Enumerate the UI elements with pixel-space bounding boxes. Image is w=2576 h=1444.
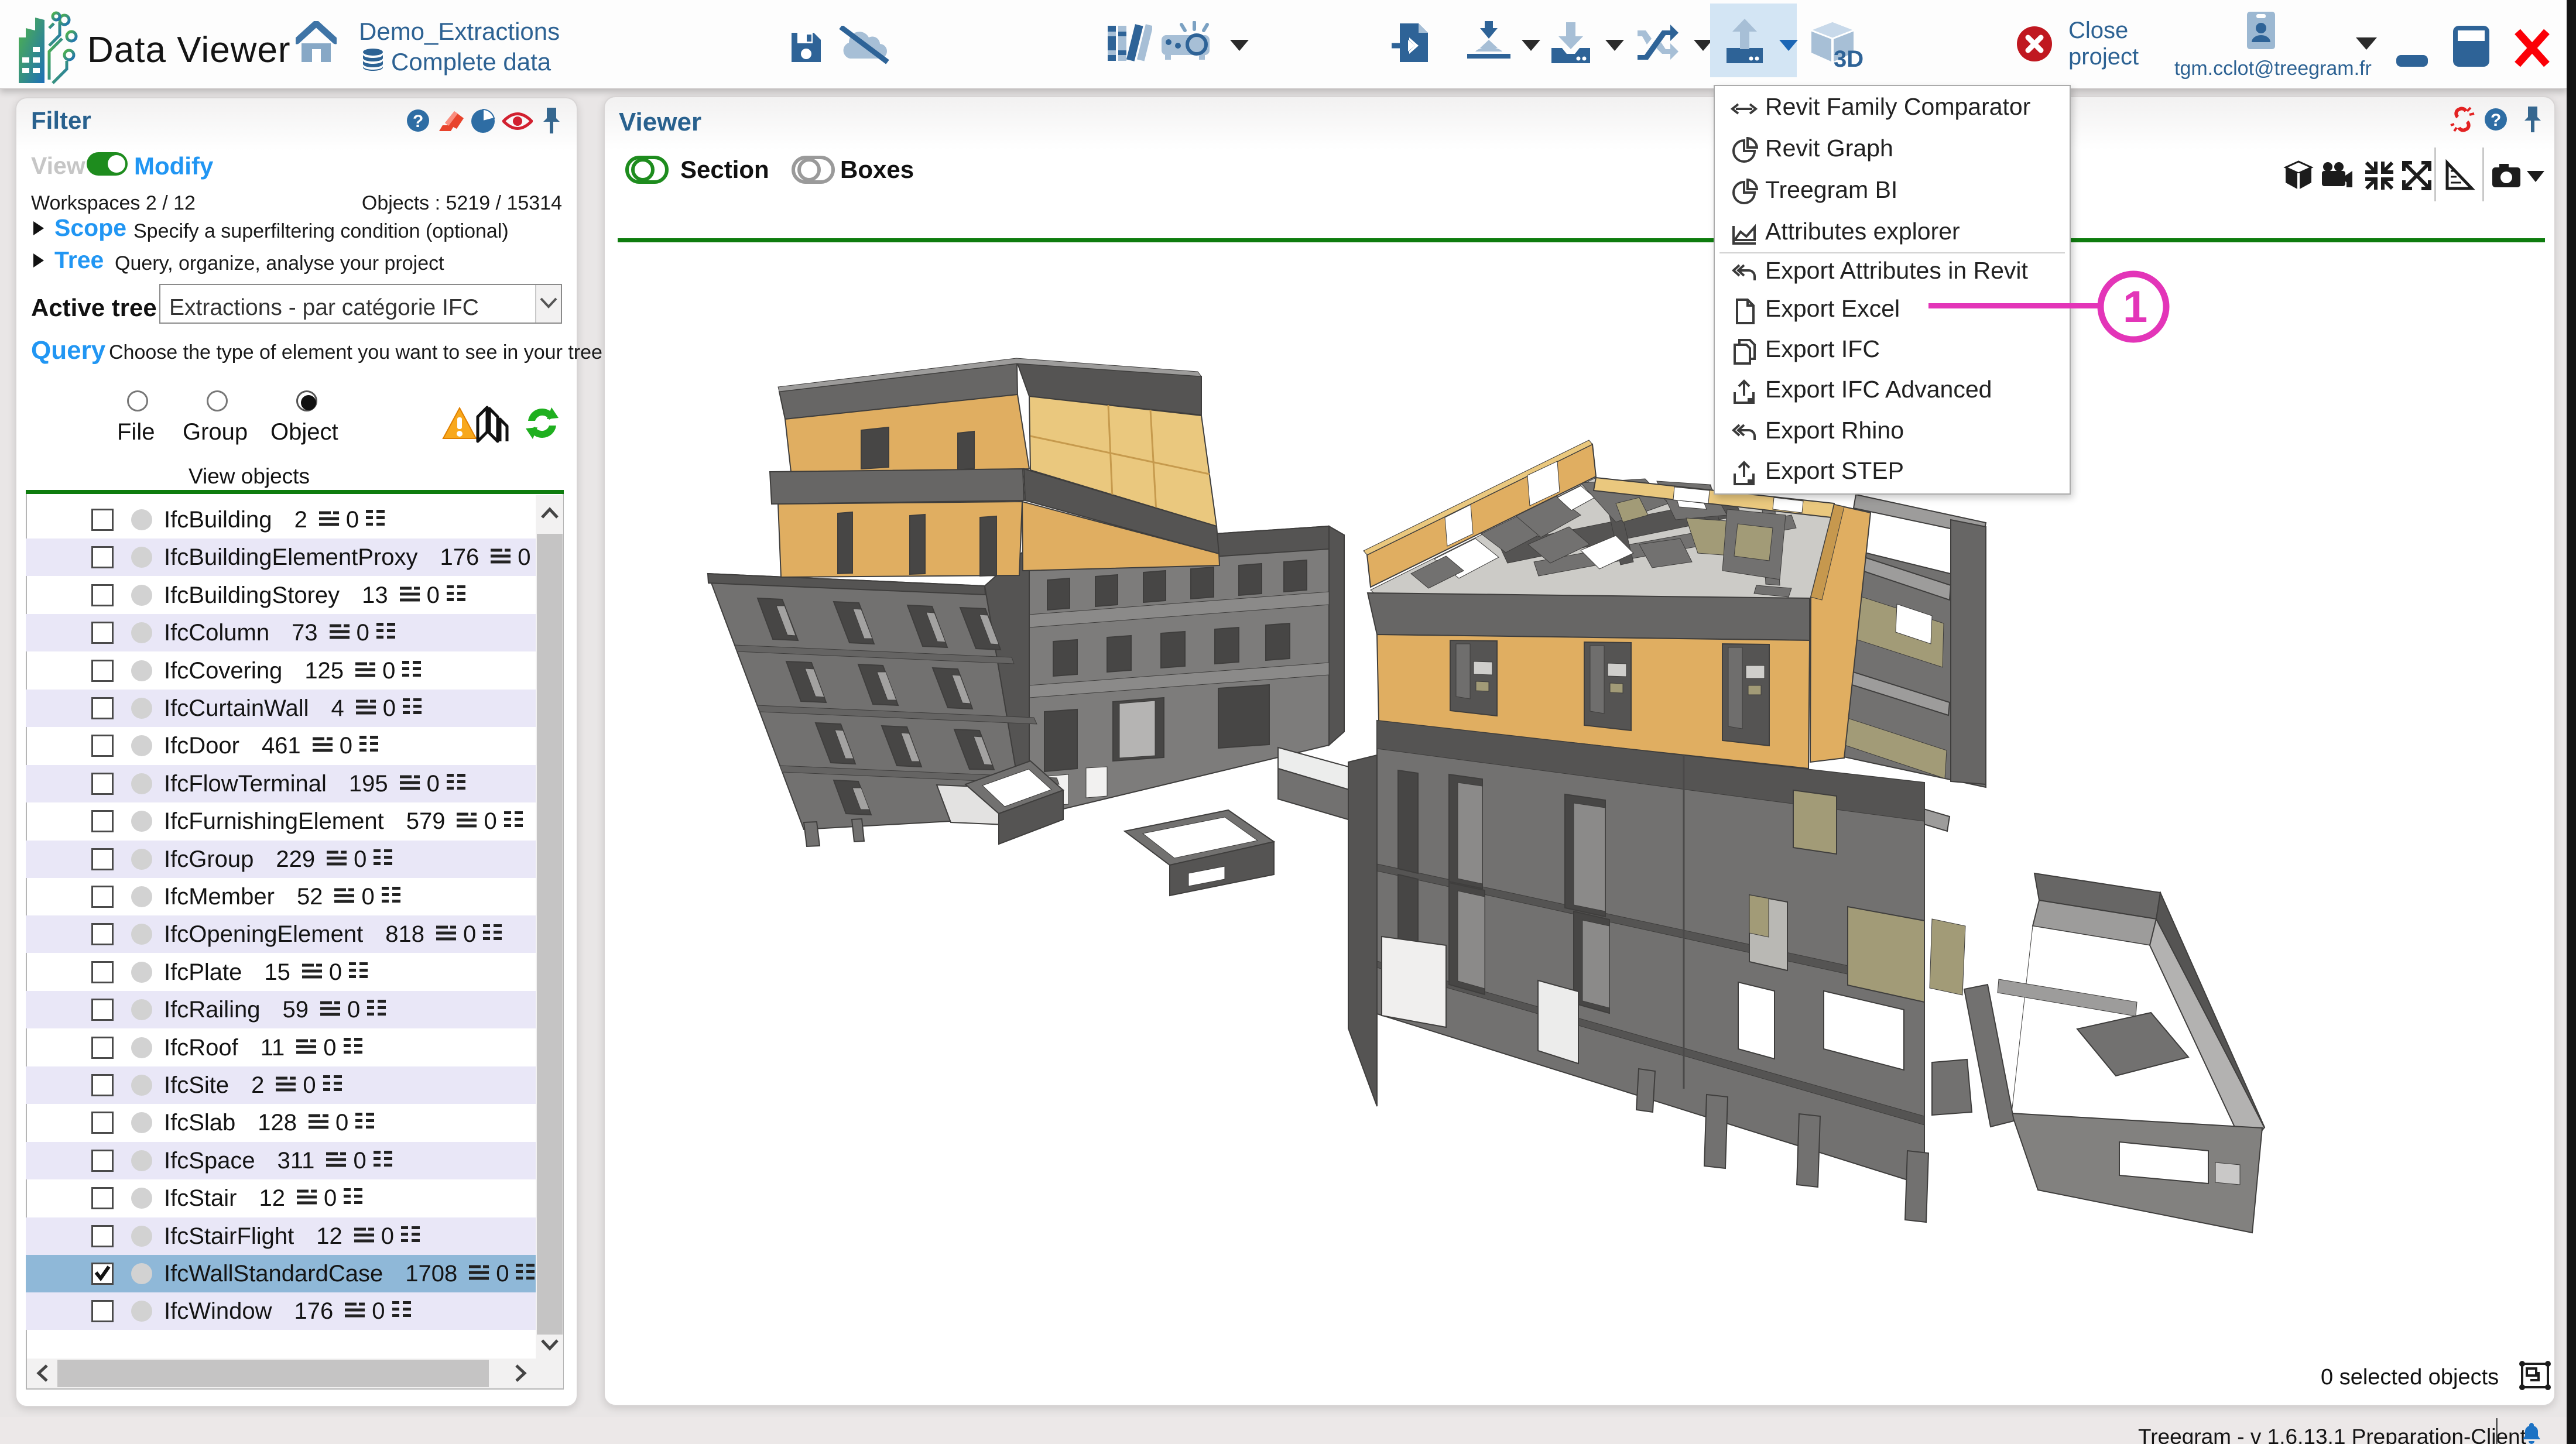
svg-text:?: ? — [2491, 111, 2501, 130]
svg-text:3D: 3D — [1834, 46, 1864, 69]
svg-text:?: ? — [413, 112, 423, 131]
svg-text:1: 1 — [2123, 282, 2147, 332]
